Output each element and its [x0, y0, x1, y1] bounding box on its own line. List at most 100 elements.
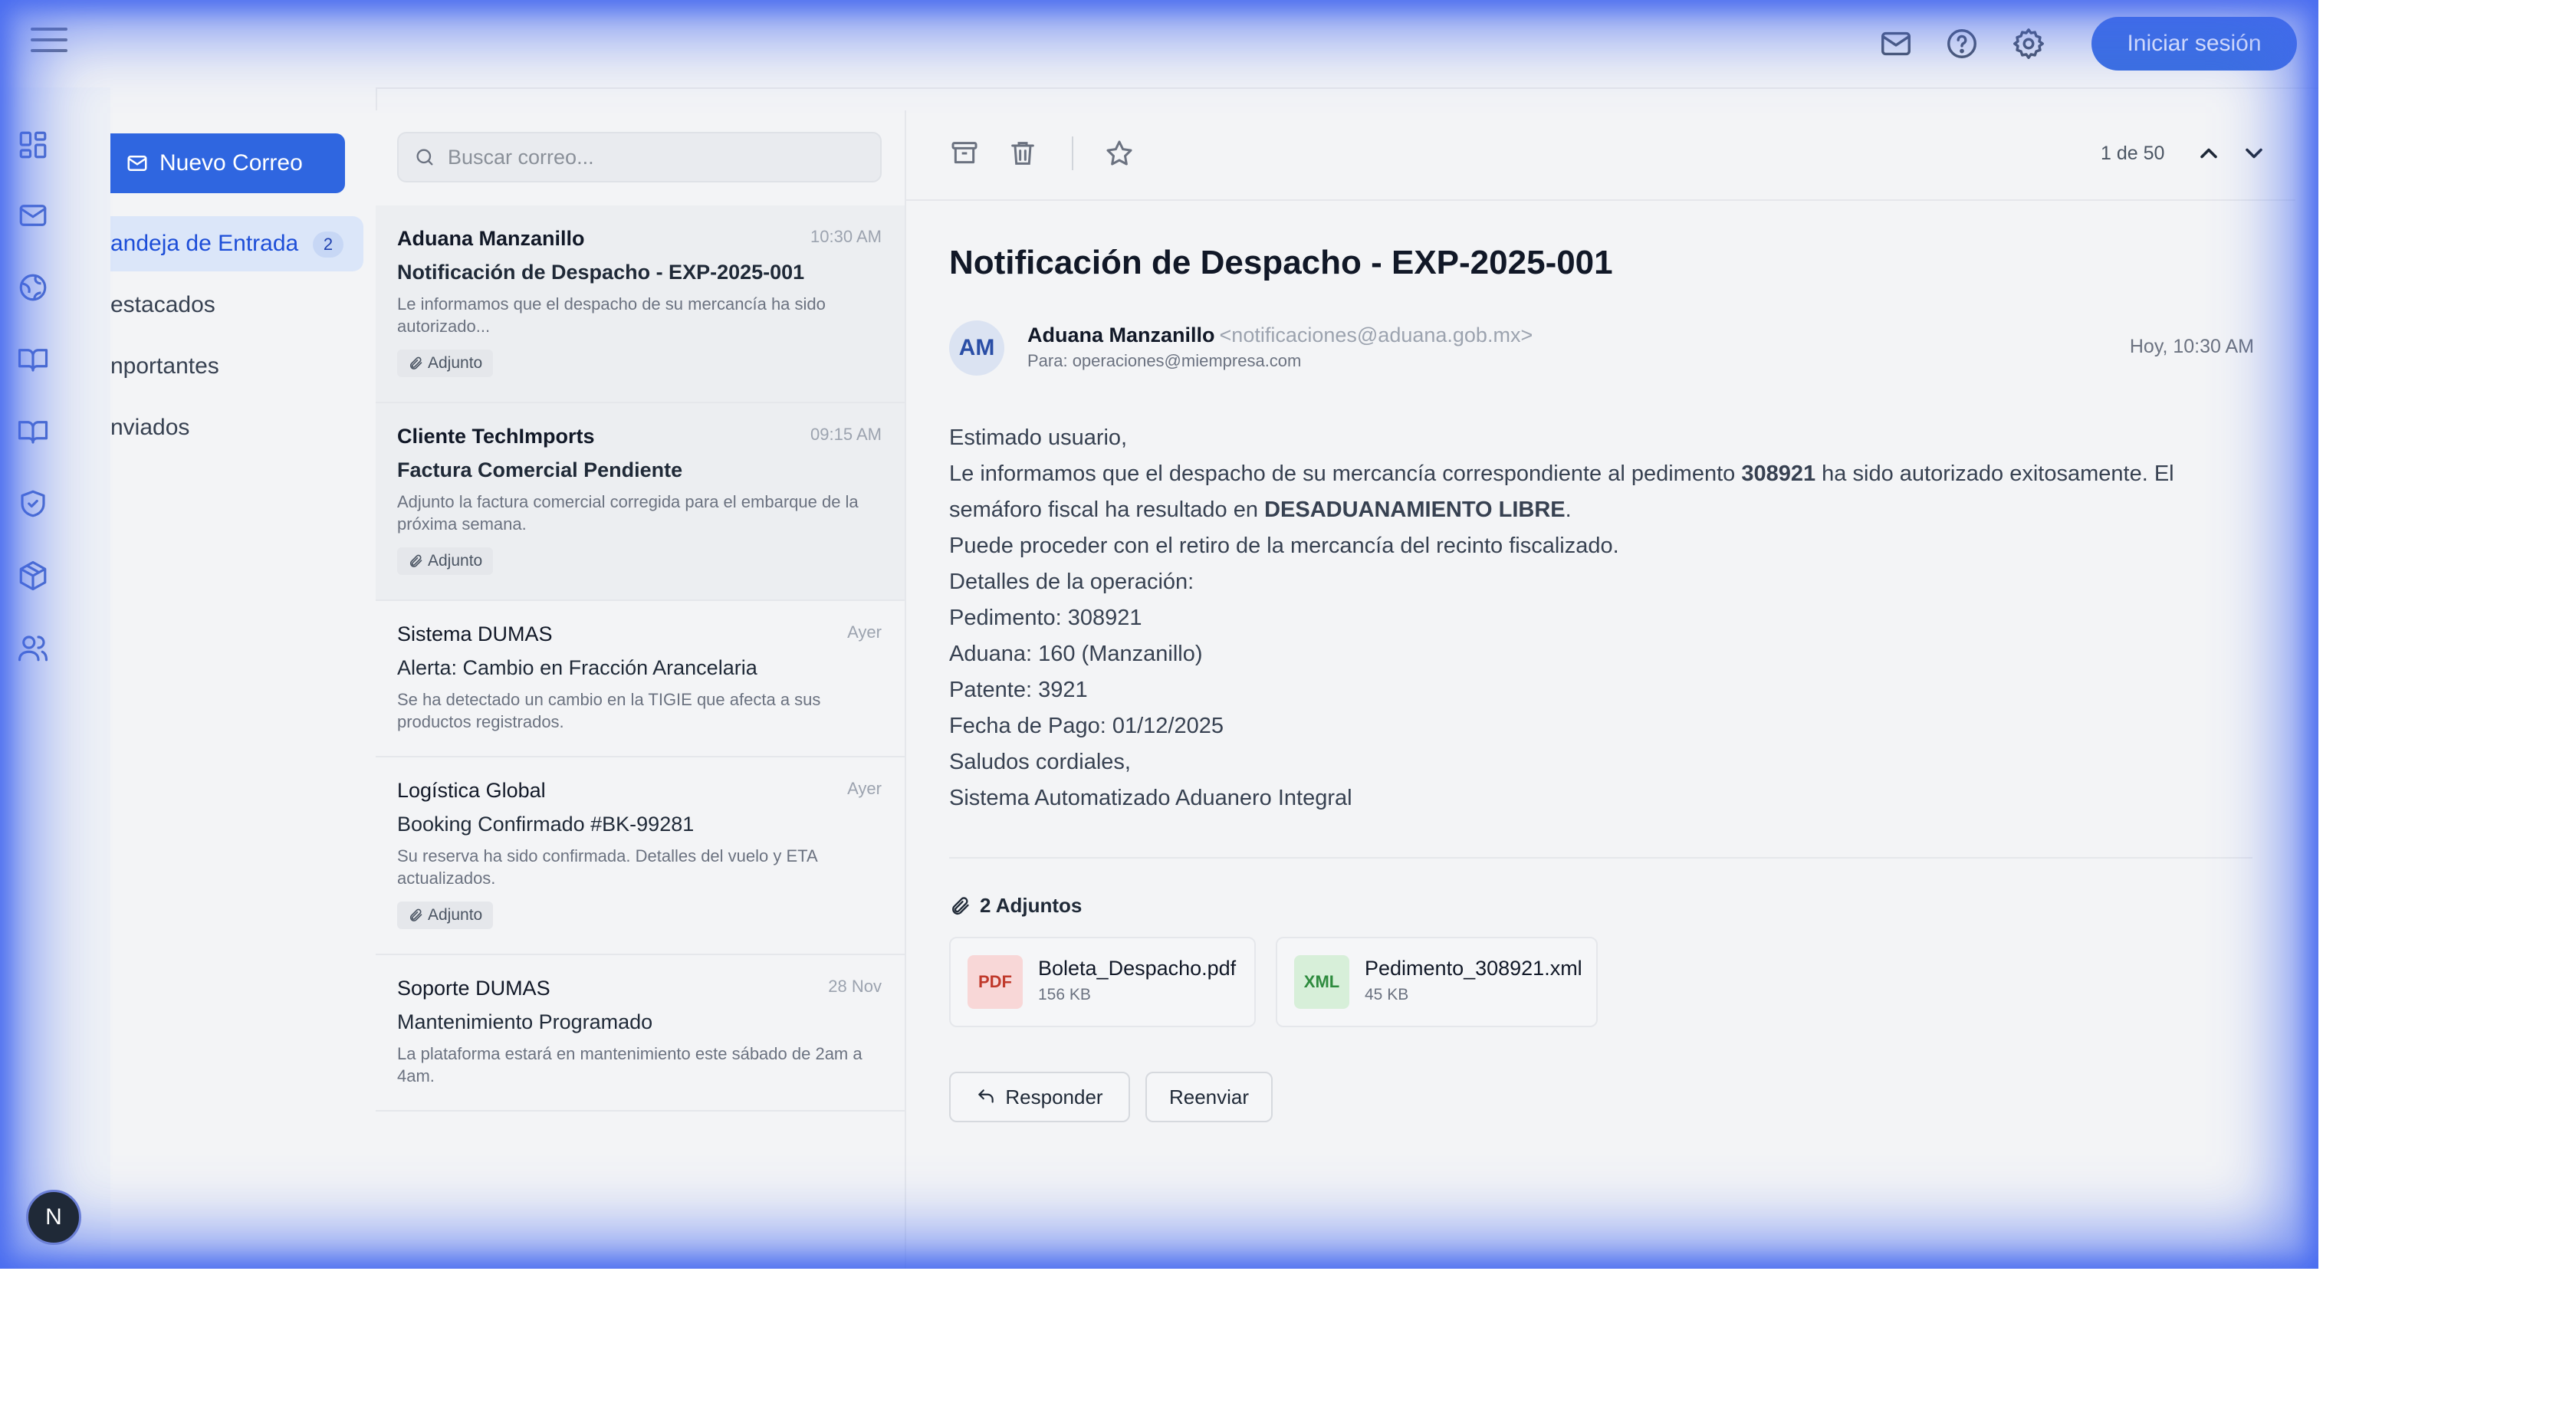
attachment-tag-label: Adjunto — [428, 906, 483, 924]
body-line: Patente: 3921 — [949, 678, 1088, 702]
top-bar: Iniciar sesión — [0, 0, 2318, 89]
file-name: Pedimento_308921.xml — [1365, 957, 1582, 980]
attachment-tag: Adjunto — [397, 902, 494, 929]
email-sender: Sistema DUMAS — [397, 622, 553, 645]
attachments-header: 2 Adjuntos — [949, 894, 1082, 918]
search-input[interactable] — [446, 144, 879, 170]
message-body: Estimado usuario, Le informamos que el d… — [949, 420, 2252, 816]
email-subject: Booking Confirmado #BK-99281 — [397, 813, 695, 836]
email-subject: Factura Comercial Pendiente — [397, 458, 683, 481]
users-icon[interactable] — [17, 632, 49, 664]
menu-icon[interactable] — [31, 28, 67, 58]
archive-icon[interactable] — [949, 138, 980, 169]
email-subject: Notificación de Despacho - EXP-2025-001 — [397, 261, 805, 284]
user-avatar[interactable]: N — [26, 1190, 81, 1245]
email-time: 10:30 AM — [810, 227, 882, 246]
folder-starred[interactable]: estacados — [110, 278, 363, 333]
email-sender: Aduana Manzanillo — [397, 227, 585, 250]
email-time: 09:15 AM — [810, 425, 882, 444]
help-icon[interactable] — [1944, 26, 1980, 61]
package-icon[interactable] — [17, 560, 49, 592]
message-title: Notificación de Despacho - EXP-2025-001 — [949, 244, 1613, 281]
reply-button[interactable]: Responder — [949, 1072, 1130, 1122]
email-sender: Logística Global — [397, 779, 546, 802]
mail-app: Iniciar sesión N Nuevo Correo andeja de … — [0, 0, 2318, 1269]
reader-toolbar: 1 de 50 — [906, 110, 2295, 201]
attachment-tag-label: Adjunto — [428, 552, 483, 570]
new-mail-button[interactable]: Nuevo Correo — [110, 133, 345, 193]
pedimento-number: 308921 — [1741, 461, 1816, 486]
paperclip-icon — [952, 896, 969, 915]
email-subject: Mantenimiento Programado — [397, 1010, 653, 1033]
folder-label: andeja de Entrada — [110, 231, 299, 256]
body-text: . — [1565, 498, 1572, 522]
search-icon — [416, 149, 433, 166]
body-line: Fecha de Pago: 01/12/2025 — [949, 714, 1224, 738]
file-size: 45 KB — [1365, 986, 1409, 1003]
chevron-down-icon[interactable] — [2240, 140, 2268, 167]
search-box[interactable] — [397, 132, 882, 182]
email-sender: Cliente TechImports — [397, 425, 595, 448]
shield-check-icon[interactable] — [17, 488, 49, 520]
forward-label: Reenviar — [1168, 1085, 1250, 1108]
pdf-file-icon: PDF — [968, 955, 1023, 1009]
body-line: Detalles de la operación: — [949, 570, 1194, 594]
email-list-item[interactable]: Logística Global Ayer Booking Confirmado… — [376, 757, 905, 955]
attachments-divider — [949, 857, 2252, 859]
body-line: Pedimento: 308921 — [949, 606, 1142, 630]
folder-important[interactable]: nportantes — [110, 339, 363, 394]
body-line: Aduana: 160 (Manzanillo) — [949, 642, 1203, 666]
mail-icon[interactable] — [17, 199, 49, 232]
email-time: Ayer — [847, 622, 882, 642]
email-preview: Se ha detectado un cambio en la TIGIE qu… — [397, 690, 821, 731]
pagination-label: 1 de 50 — [2101, 143, 2165, 164]
email-preview: Su reserva ha sido confirmada. Detalles … — [397, 846, 817, 888]
message-date: Hoy, 10:30 AM — [2129, 336, 2254, 357]
folder-label: nportantes — [110, 353, 219, 379]
email-list-item[interactable]: Soporte DUMAS 28 Nov Mantenimiento Progr… — [376, 955, 905, 1112]
book-icon[interactable] — [17, 415, 49, 448]
login-button[interactable]: Iniciar sesión — [2091, 17, 2297, 71]
email-preview: Le informamos que el despacho de su merc… — [397, 294, 826, 336]
book-open-icon[interactable] — [17, 343, 49, 376]
trash-icon[interactable] — [1007, 138, 1038, 169]
attachment-file-pdf[interactable]: PDF Boleta_Despacho.pdf 156 KB — [949, 937, 1256, 1027]
email-list-item[interactable]: Aduana Manzanillo 10:30 AM Notificación … — [376, 205, 905, 403]
sender-avatar: AM — [949, 320, 1004, 376]
star-icon[interactable] — [1104, 138, 1135, 169]
mail-icon[interactable] — [1878, 26, 1914, 61]
reply-label: Responder — [1005, 1085, 1103, 1108]
sender-name: Aduana Manzanillo — [1027, 324, 1215, 347]
attachment-file-xml[interactable]: XML Pedimento_308921.xml 45 KB — [1276, 937, 1598, 1027]
attachment-tag: Adjunto — [397, 547, 494, 575]
email-time: 28 Nov — [828, 977, 882, 996]
email-preview: La plataforma estará en mantenimiento es… — [397, 1044, 863, 1085]
folder-sent[interactable]: nviados — [110, 400, 363, 455]
icon-rail — [0, 87, 110, 1269]
reply-icon — [978, 1089, 994, 1103]
chevron-up-icon[interactable] — [2195, 140, 2223, 167]
body-text: Le informamos que el despacho de su merc… — [949, 461, 1742, 486]
body-line: Estimado usuario, — [949, 425, 1128, 450]
file-size: 156 KB — [1038, 986, 1091, 1003]
email-subject: Alerta: Cambio en Fracción Arancelaria — [397, 656, 757, 679]
email-list-item[interactable]: Cliente TechImports 09:15 AM Factura Com… — [376, 403, 905, 601]
recipient-line: Para: operaciones@miempresa.com — [1027, 351, 1302, 370]
xml-file-icon: XML — [1294, 955, 1349, 1009]
dashboard-icon[interactable] — [17, 129, 49, 161]
paperclip-icon — [409, 908, 422, 921]
gear-icon[interactable] — [2011, 26, 2046, 61]
folder-inbox[interactable]: andeja de Entrada 2 — [110, 216, 363, 271]
unread-count-badge: 2 — [313, 232, 343, 258]
email-list-item[interactable]: Sistema DUMAS Ayer Alerta: Cambio en Fra… — [376, 601, 905, 757]
forward-button[interactable]: Reenviar — [1145, 1072, 1273, 1122]
sender-line: Aduana Manzanillo <notificaciones@aduana.… — [1027, 324, 1533, 347]
email-time: Ayer — [847, 779, 882, 798]
new-mail-label: Nuevo Correo — [159, 150, 303, 176]
folder-label: estacados — [110, 292, 215, 317]
globe-icon[interactable] — [17, 271, 49, 304]
paperclip-icon — [409, 356, 422, 369]
body-paragraph: Le informamos que el despacho de su merc… — [949, 456, 2252, 528]
folder-panel: Nuevo Correo andeja de Entrada 2 estacad… — [110, 87, 377, 1269]
email-preview: Adjunto la factura comercial corregida p… — [397, 492, 859, 534]
